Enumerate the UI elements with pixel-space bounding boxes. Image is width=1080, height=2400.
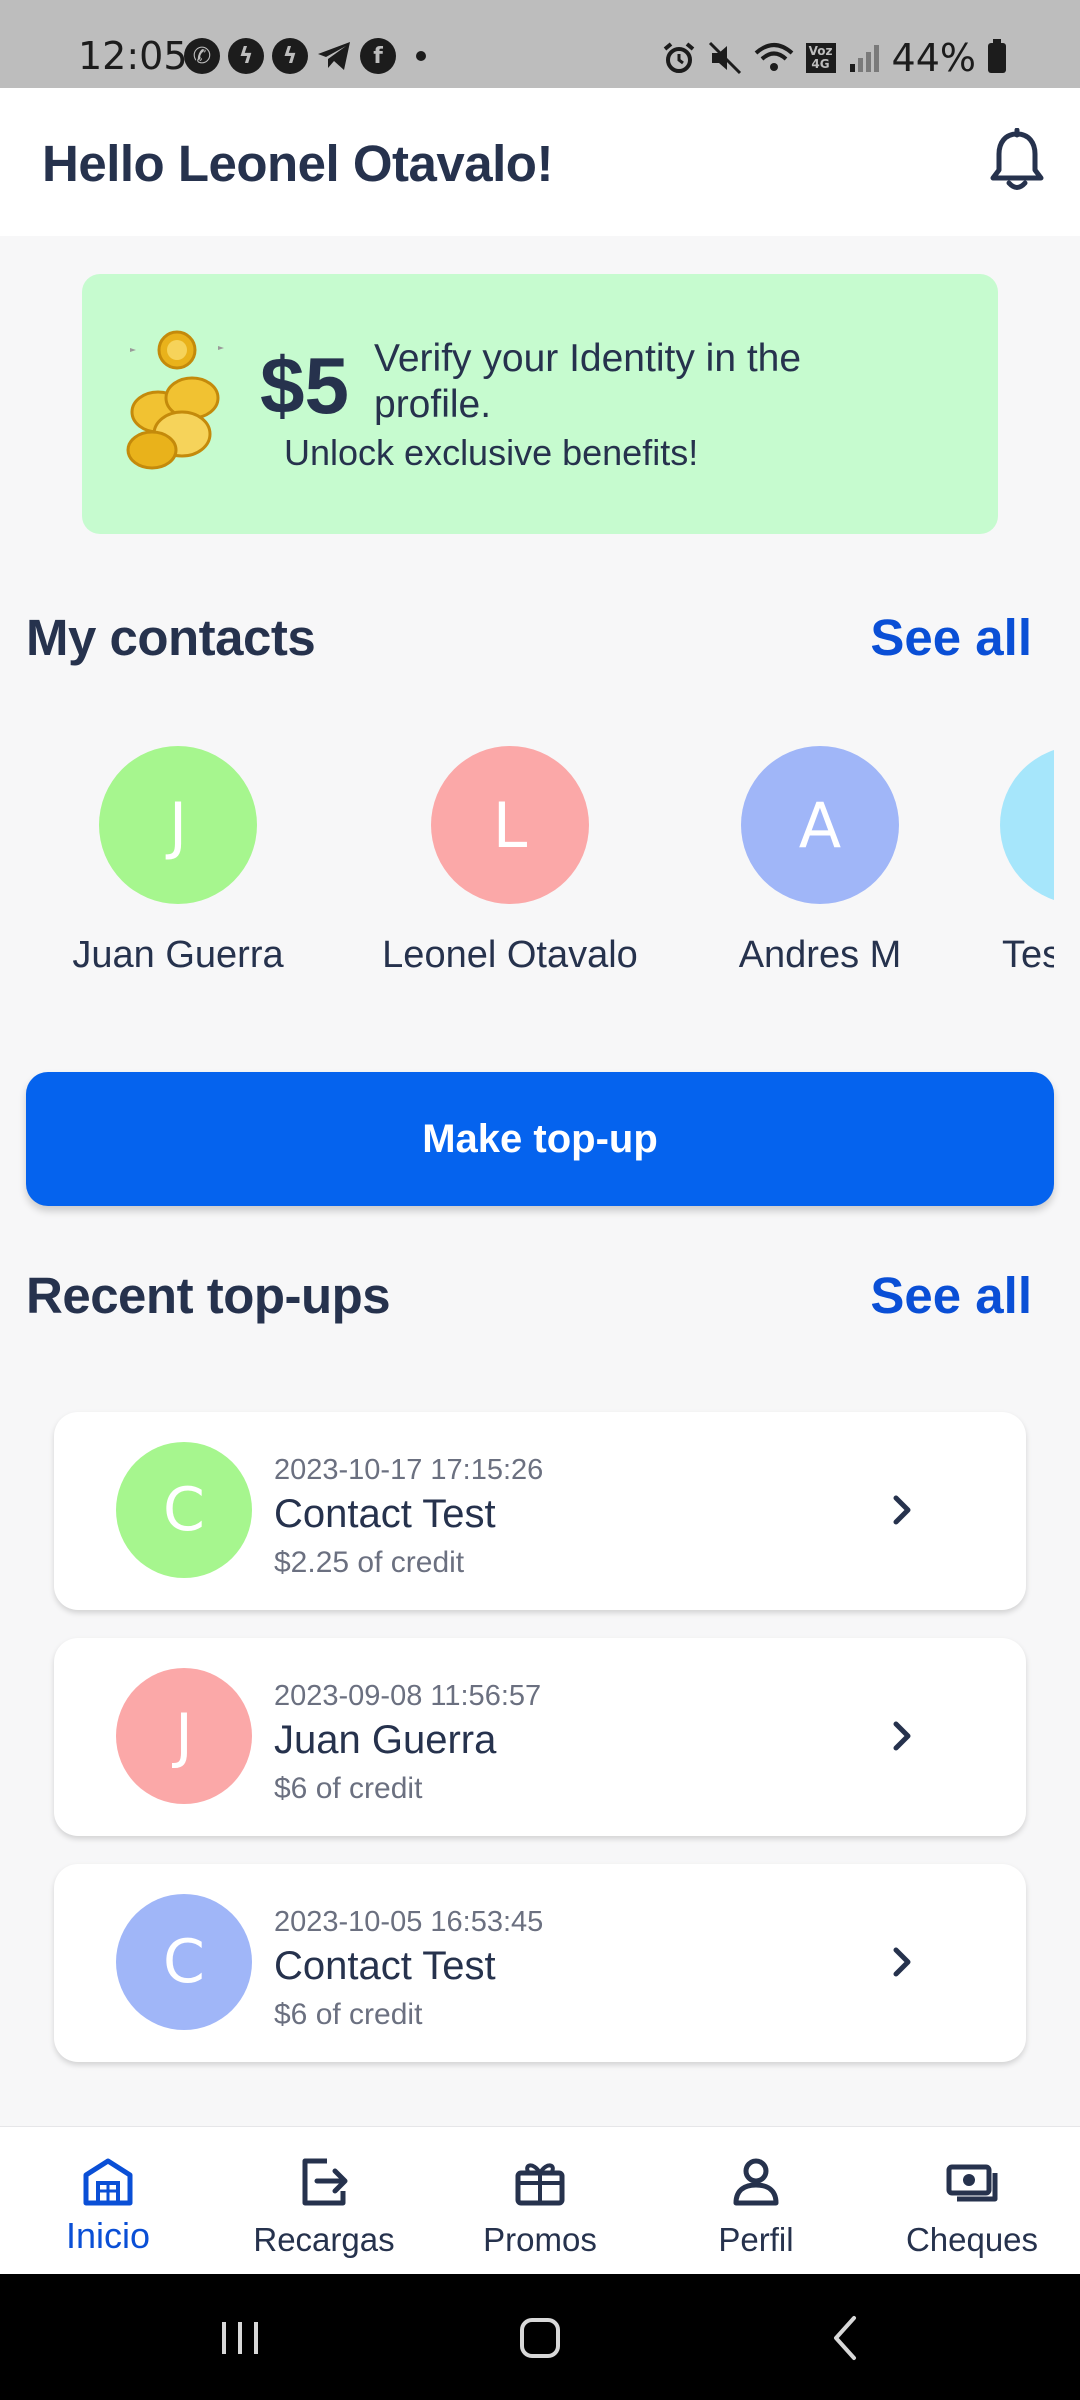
gift-icon [515, 2163, 565, 2206]
recent-name: Contact Test [274, 1944, 496, 1988]
bottom-navigation: Inicio Recargas Promos Perfil Cheques [0, 2126, 1080, 2274]
recent-amount: $6 of credit [274, 1772, 423, 1805]
network-type-label: Voz 4G [805, 43, 836, 73]
recent-amount: $6 of credit [274, 1998, 423, 2031]
recent-topup-card[interactable]: C 2023-10-05 16:53:45 Contact Test $6 of… [54, 1864, 1026, 2062]
contact-andres-m[interactable]: A Andres M [690, 746, 950, 986]
contact-leonel-otavalo[interactable]: L Leonel Otavalo [380, 746, 640, 986]
recent-section-title: Recent top-ups [26, 1267, 391, 1324]
contact-avatar [1000, 746, 1054, 904]
system-status: Voz 4G 44% [662, 36, 1006, 80]
recent-avatar: C [116, 1894, 252, 2030]
home-button-icon[interactable] [510, 2308, 570, 2368]
recent-date: 2023-09-08 11:56:57 [274, 1680, 542, 1712]
contacts-section-title: My contacts [26, 609, 316, 666]
contact-name: Juan Guerra [72, 934, 284, 976]
recent-apps-icon[interactable] [210, 2308, 270, 2368]
recent-date: 2023-10-05 16:53:45 [274, 1906, 544, 1938]
nav-label: Perfil [718, 2221, 794, 2258]
recent-see-all-link[interactable]: See all [870, 1266, 1032, 1325]
alarm-icon [663, 42, 694, 73]
status-bar: 12:05 ✆ ϟ ϟ f Voz 4G 44% [0, 0, 1080, 88]
facebook-icon: f [360, 38, 396, 74]
promo-subtitle: Unlock exclusive benefits! [284, 432, 699, 473]
nav-item-inicio[interactable]: Inicio [18, 2127, 198, 2275]
messenger-icon: ϟ [272, 38, 308, 74]
mute-icon [708, 41, 741, 75]
recent-avatar: J [116, 1668, 252, 1804]
more-notifications-dot [416, 51, 426, 61]
recent-avatar: C [116, 1442, 252, 1578]
make-topup-button[interactable]: Make top-up [26, 1072, 1054, 1206]
telegram-icon [316, 38, 352, 74]
contact-name: Leonel Otavalo [382, 934, 638, 976]
contact-name: Tes [1002, 934, 1054, 976]
notification-icons: ✆ ϟ ϟ f [184, 38, 426, 74]
contact-juan-guerra[interactable]: J Juan Guerra [48, 746, 308, 986]
contact-name: Andres M [738, 934, 902, 976]
nav-item-perfil[interactable]: Perfil [666, 2127, 846, 2275]
recent-amount: $2.25 of credit [274, 1546, 465, 1579]
messenger-icon: ϟ [228, 38, 264, 74]
battery-percentage: 44% [891, 36, 976, 80]
nav-item-promos[interactable]: Promos [450, 2127, 630, 2275]
cash-icon [946, 2164, 998, 2202]
signal-icon [849, 45, 879, 72]
promo-amount: $5 [260, 341, 349, 430]
system-navigation-bar [0, 2274, 1080, 2400]
contacts-see-all-link[interactable]: See all [870, 608, 1032, 667]
nav-label: Inicio [65, 2215, 151, 2256]
nav-label: Promos [483, 2221, 597, 2258]
nav-label: Recargas [253, 2221, 395, 2258]
status-time: 12:05 [78, 34, 188, 78]
nav-label: Cheques [905, 2221, 1039, 2258]
chevron-right-icon [893, 1947, 911, 1977]
contact-avatar: A [741, 746, 899, 904]
home-icon [83, 2158, 133, 2206]
wifi-icon [754, 43, 793, 71]
whatsapp-icon: ✆ [184, 38, 220, 74]
battery-icon [988, 39, 1006, 73]
nav-item-cheques[interactable]: Cheques [882, 2127, 1062, 2275]
user-icon [733, 2158, 779, 2206]
chevron-right-icon [893, 1721, 911, 1751]
nav-item-recargas[interactable]: Recargas [234, 2127, 414, 2275]
coins-icon [126, 330, 224, 470]
promo-title: Verify your Identity in the profile. [374, 337, 802, 426]
contact-avatar: L [431, 746, 589, 904]
recent-topup-card[interactable]: J 2023-09-08 11:56:57 Juan Guerra $6 of … [54, 1638, 1026, 1836]
chevron-right-icon [893, 1495, 911, 1525]
recent-name: Contact Test [274, 1492, 496, 1536]
recent-topup-card[interactable]: C 2023-10-17 17:15:26 Contact Test $2.25… [54, 1412, 1026, 1610]
recent-name: Juan Guerra [274, 1718, 497, 1762]
contact-partial[interactable]: Tes [960, 746, 1054, 986]
back-icon[interactable] [816, 2308, 876, 2368]
greeting-title: Hello Leonel Otavalo! [42, 135, 553, 192]
recent-date: 2023-10-17 17:15:26 [274, 1454, 544, 1486]
bell-icon[interactable] [987, 128, 1047, 194]
transfer-icon [302, 2158, 348, 2206]
verify-identity-banner[interactable]: $5 Verify your Identity in the profile. … [82, 274, 998, 534]
contact-avatar: J [99, 746, 257, 904]
app-header: Hello Leonel Otavalo! [0, 88, 1080, 236]
